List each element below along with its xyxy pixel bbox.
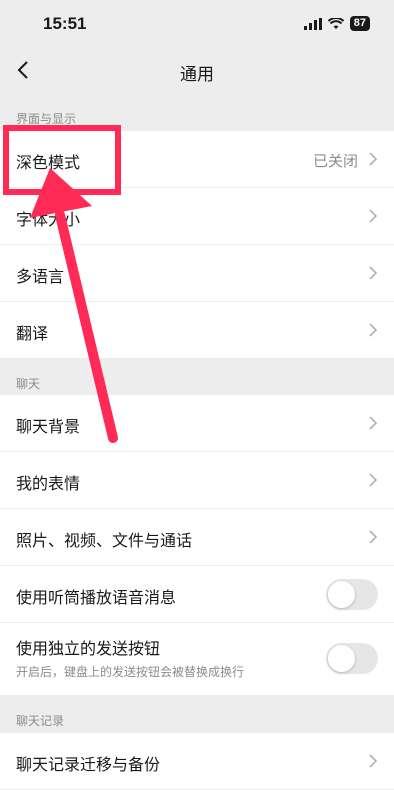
chevron-right-icon xyxy=(369,473,378,487)
setting-label: 使用独立的发送按钮 xyxy=(16,639,161,658)
toggle-knob xyxy=(328,581,355,608)
status-icons: 87 xyxy=(303,16,370,31)
setting-label: 聊天记录迁移与备份 xyxy=(16,755,161,774)
section-header-display: 界面与显示 xyxy=(16,112,77,126)
setting-value: 已关闭 xyxy=(312,152,358,170)
setting-row-send-button: 使用独立的发送按钮 开启后，键盘上的发送按钮会被替换成换行 xyxy=(0,623,394,695)
setting-row-migrate-backup[interactable]: 聊天记录迁移与备份 xyxy=(0,733,394,789)
signal-icon xyxy=(303,17,322,30)
chevron-right-icon xyxy=(369,416,378,430)
setting-label: 我的表情 xyxy=(16,474,81,493)
setting-row-stickers[interactable]: 我的表情 xyxy=(0,452,394,509)
battery-indicator: 87 xyxy=(349,16,370,31)
status-time: 15:51 xyxy=(43,14,87,33)
settings-group-display: 深色模式 已关闭 字体大小 多语言 翻译 xyxy=(0,131,394,358)
navigation-bar: 通用 xyxy=(0,48,394,94)
section-header-chat: 聊天 xyxy=(16,377,41,391)
status-bar: 15:51 87 xyxy=(0,0,394,48)
setting-label: 照片、视频、文件与通话 xyxy=(16,531,193,550)
setting-row-font-size[interactable]: 字体大小 xyxy=(0,188,394,245)
chevron-right-icon xyxy=(369,209,378,223)
setting-row-media[interactable]: 照片、视频、文件与通话 xyxy=(0,509,394,566)
chevron-right-icon xyxy=(369,530,378,544)
page-title: 通用 xyxy=(180,65,214,85)
settings-group-history: 聊天记录迁移与备份 xyxy=(0,733,394,789)
setting-row-chat-background[interactable]: 聊天背景 xyxy=(0,395,394,452)
wifi-icon xyxy=(327,17,344,29)
earpiece-toggle[interactable] xyxy=(326,579,378,610)
settings-group-chat: 聊天背景 我的表情 照片、视频、文件与通话 使用听筒播放语音消息 使用独立的发送… xyxy=(0,395,394,695)
chevron-right-icon xyxy=(369,754,378,768)
setting-label: 多语言 xyxy=(16,267,65,286)
section-header-history: 聊天记录 xyxy=(16,714,65,728)
setting-description: 开启后，键盘上的发送按钮会被替换成换行 xyxy=(16,665,245,679)
setting-row-translate[interactable]: 翻译 xyxy=(0,302,394,358)
setting-label: 翻译 xyxy=(16,324,49,343)
setting-row-earpiece: 使用听筒播放语音消息 xyxy=(0,566,394,623)
chevron-right-icon xyxy=(369,152,378,166)
setting-label: 聊天背景 xyxy=(16,417,81,436)
setting-label: 使用听筒播放语音消息 xyxy=(16,588,177,607)
setting-label: 深色模式 xyxy=(16,153,81,172)
chevron-right-icon xyxy=(369,323,378,337)
send-button-toggle[interactable] xyxy=(326,643,378,674)
toggle-knob xyxy=(328,645,355,672)
setting-row-dark-mode[interactable]: 深色模式 已关闭 xyxy=(0,131,394,188)
setting-row-language[interactable]: 多语言 xyxy=(0,245,394,302)
setting-label: 字体大小 xyxy=(16,210,81,229)
chevron-right-icon xyxy=(369,266,378,280)
